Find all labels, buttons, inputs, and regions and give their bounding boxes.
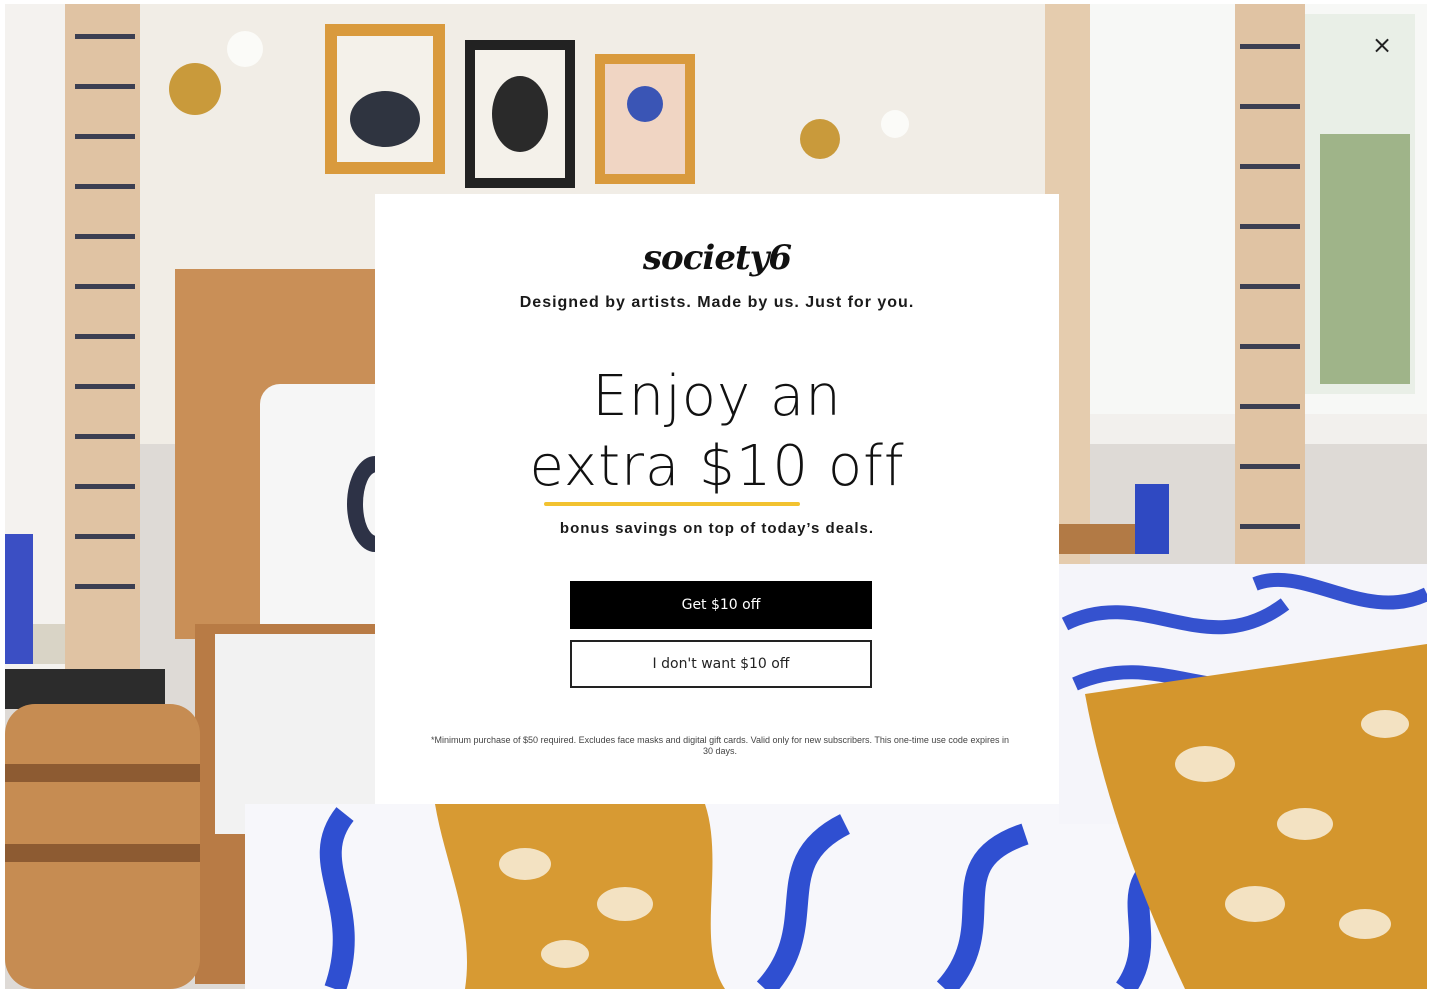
accent-underline: [544, 502, 800, 506]
decline-offer-button[interactable]: I don't want $10 off: [570, 640, 872, 688]
get-offer-button[interactable]: Get $10 off: [570, 581, 872, 629]
offer-headline: Enjoy an extra $10 off: [375, 362, 1059, 502]
headline-line-1: Enjoy an: [592, 364, 842, 429]
offer-subline: bonus savings on top of today’s deals.: [559, 520, 875, 537]
close-icon[interactable]: ×: [1369, 32, 1395, 58]
promo-modal: × society6 Designed by artists. Made by …: [5, 4, 1427, 989]
brand-logo: society6: [642, 238, 792, 278]
promo-card: society6 Designed by artists. Made by us…: [375, 194, 1059, 804]
offer-disclaimer: *Minimum purchase of $50 required. Exclu…: [431, 735, 1009, 756]
headline-line-2: extra $10 off: [529, 434, 905, 499]
tagline: Designed by artists. Made by us. Just fo…: [519, 294, 915, 311]
